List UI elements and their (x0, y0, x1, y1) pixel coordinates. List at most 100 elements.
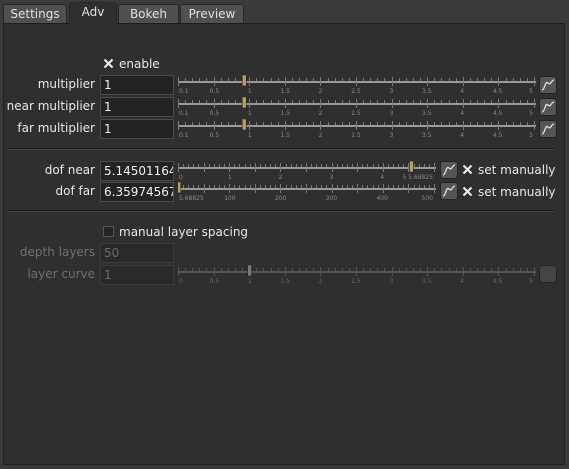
slider-tick-label: 2 (319, 110, 323, 117)
slider-tick-label: 0.1 (179, 132, 189, 139)
enable-checkbox[interactable] (103, 58, 114, 69)
slider-tick-label: 200 (275, 195, 287, 202)
near-multiplier-label: near multiplier (6, 99, 95, 113)
depth-layers-label: depth layers (19, 245, 95, 259)
tab-bokeh[interactable]: Bokeh (118, 4, 179, 23)
slider-handle[interactable] (241, 97, 247, 109)
curve-icon (541, 79, 555, 91)
section-divider (8, 210, 554, 212)
dof-near-label: dof near (44, 163, 95, 177)
curve-icon (442, 185, 456, 197)
slider-handle[interactable] (409, 161, 414, 173)
curve-icon (541, 101, 555, 113)
slider-tick-label: 5 5.68825 (402, 174, 433, 181)
slider-tick-label: 2 (319, 88, 323, 95)
layer-curve-animation-button[interactable] (539, 265, 557, 283)
slider-tick-label: 1 (248, 132, 252, 139)
slider-tick-label: 3.5 (422, 132, 432, 139)
curve-icon (541, 123, 555, 135)
far-multiplier-animation-button[interactable] (539, 120, 557, 138)
slider-tick-label: 2 (319, 132, 323, 139)
slider-tick-label: 2.5 (351, 278, 361, 285)
dof-near-field[interactable]: 5.14501164 (100, 161, 174, 181)
section-divider (8, 148, 554, 150)
check-icon (103, 58, 114, 69)
slider-tick-label: 2.5 (351, 132, 361, 139)
slider-handle[interactable] (241, 119, 247, 131)
tab-adv[interactable]: Adv (69, 2, 117, 25)
near-multiplier-slider[interactable]: 0.1 0.5 1 1.5 2 2.5 3 3.5 4 4.5 5 (178, 97, 536, 117)
slider-handle[interactable] (247, 265, 252, 277)
slider-tick-label: 1.5 (280, 88, 290, 95)
dof-far-field[interactable]: 6.35974567 (100, 182, 174, 202)
slider-tick-label: 0.5 (210, 278, 220, 285)
dof-far-set-manually-checkbox[interactable] (462, 186, 473, 197)
check-icon (462, 186, 473, 197)
slider-tick-label: 3 (389, 278, 393, 285)
tab-bar: Settings Adv Bokeh Preview (0, 0, 569, 25)
slider-track: 0.1 0.5 1 1.5 2 2.5 3 3.5 4 4.5 5 (178, 75, 536, 95)
dof-near-set-manually-checkbox[interactable] (462, 164, 473, 175)
slider-tick-label: 500 (422, 195, 434, 202)
dof-near-set-manually-label: set manually (478, 163, 556, 177)
slider-tick-label: 4 (460, 278, 464, 285)
slider-tick-label: 3 (329, 174, 333, 181)
curve-icon (442, 164, 456, 176)
near-multiplier-animation-button[interactable] (539, 98, 557, 116)
slider-tick-label: 1 (248, 110, 252, 117)
slider-tick-label: 1.5 (280, 110, 290, 117)
slider-tick-label: 300 (326, 195, 338, 202)
slider-tick-label: 4.5 (493, 110, 503, 117)
depth-layers-field[interactable]: 50 (100, 243, 174, 263)
far-multiplier-field[interactable]: 1 (100, 119, 174, 139)
slider-tick-label: 1 (248, 278, 252, 285)
slider-tick-label: 5.68825 (179, 195, 204, 202)
slider-tick-label: 0.5 (210, 88, 220, 95)
check-icon (462, 164, 473, 175)
slider-tick-label: 1 (248, 88, 252, 95)
slider-tick-label: 2.5 (351, 88, 361, 95)
slider-tick-label: 3.5 (422, 110, 432, 117)
slider-tick-label: 0 (179, 278, 183, 285)
slider-track: 0 1 2 3 4 5 5.68825 (178, 161, 436, 181)
slider-tick-label: 4.5 (493, 132, 503, 139)
slider-tick-label: 0.5 (210, 132, 220, 139)
slider-tick-label: 3 (389, 132, 393, 139)
dof-far-slider[interactable]: 5.68825 100 200 300 400 500 (178, 182, 436, 202)
slider-tick-label: 3 (389, 88, 393, 95)
node-properties-window: Settings Adv Bokeh Preview enable multip… (0, 0, 569, 469)
manual-layer-spacing-checkbox[interactable] (103, 226, 114, 237)
multiplier-label: multiplier (37, 77, 95, 91)
slider-tick-label: 4 (460, 132, 464, 139)
near-multiplier-field[interactable]: 1 (100, 97, 174, 117)
slider-tick-label: 400 (376, 195, 388, 202)
slider-tick-label: 0 (179, 174, 183, 181)
slider-handle[interactable] (178, 182, 182, 194)
slider-tick-label: 5 (529, 110, 533, 117)
multiplier-slider[interactable]: 0.1 0.5 1 1.5 2 2.5 3 3.5 4 4.5 5 (178, 75, 536, 95)
layer-curve-slider[interactable]: 0 0.5 1 1.5 2 2.5 3 3.5 4 4.5 5 (178, 265, 536, 285)
layer-curve-field[interactable]: 1 (100, 265, 174, 285)
slider-tick-label: 1.5 (280, 132, 290, 139)
multiplier-animation-button[interactable] (539, 76, 557, 94)
enable-label: enable (119, 57, 160, 71)
slider-tick-label: 0.1 (179, 110, 189, 117)
slider-tick-label: 0.1 (179, 88, 189, 95)
slider-tick-label: 3.5 (422, 278, 432, 285)
far-multiplier-slider[interactable]: 0.1 0.5 1 1.5 2 2.5 3 3.5 4 4.5 5 (178, 119, 536, 139)
tab-settings[interactable]: Settings (3, 4, 67, 23)
slider-tick-label: 2.5 (351, 110, 361, 117)
slider-tick-label: 5 (529, 278, 533, 285)
tab-preview[interactable]: Preview (180, 4, 244, 23)
slider-tick-label: 3.5 (422, 88, 432, 95)
slider-tick-label: 5 (529, 132, 533, 139)
dof-near-animation-button[interactable] (440, 161, 458, 179)
dof-near-slider[interactable]: 0 1 2 3 4 5 5.68825 (178, 161, 436, 181)
dof-far-label: dof far (55, 184, 95, 198)
slider-handle[interactable] (241, 75, 247, 87)
dof-far-animation-button[interactable] (440, 182, 458, 200)
slider-track: 0 0.5 1 1.5 2 2.5 3 3.5 4 4.5 5 (178, 265, 536, 285)
slider-tick-label: 4.5 (493, 278, 503, 285)
multiplier-field[interactable]: 1 (100, 75, 174, 95)
slider-track: 5.68825 100 200 300 400 500 (178, 182, 436, 202)
